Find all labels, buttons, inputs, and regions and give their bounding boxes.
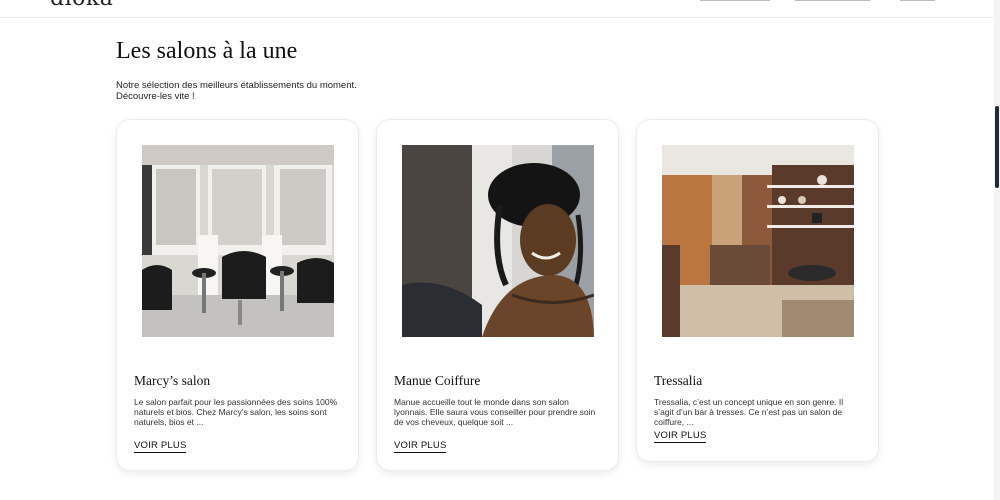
salon-description: Le salon parfait pour les passionnées de…: [134, 397, 338, 427]
hairstylist-portrait-image: [402, 145, 594, 337]
section-subtitle: Notre sélection des meilleurs établissem…: [116, 80, 416, 102]
salon-description: Manue accueille tout le monde dans son s…: [394, 397, 596, 427]
salon-card-marcys[interactable]: Marcy’s salon Le salon parfait pour les …: [116, 119, 359, 471]
salon-name: Manue Coiffure: [394, 373, 481, 388]
voir-plus-link[interactable]: VOIR PLUS: [134, 440, 187, 453]
nav-link-2[interactable]: [795, 0, 870, 8]
scrollbar-thumb[interactable]: [995, 106, 999, 188]
voir-plus-link[interactable]: VOIR PLUS: [394, 440, 447, 453]
salon-name: Tressalia: [654, 373, 703, 388]
section-subtitle-line-1: Notre sélection des meilleurs établissem…: [116, 80, 357, 91]
salon-description: Tressalia, c’est un concept unique en so…: [654, 397, 844, 427]
site-logo[interactable]: diokà: [50, 0, 113, 11]
section-subtitle-line-2: Découvre-les vite !: [116, 91, 195, 102]
braid-bar-interior-image: [662, 145, 854, 337]
voir-plus-link[interactable]: VOIR PLUS: [654, 430, 707, 443]
salon-photo-tressalia[interactable]: [662, 145, 854, 337]
salon-interior-image: [142, 145, 334, 337]
salon-card-manue-coiffure[interactable]: Manue Coiffure Manue accueille tout le m…: [376, 119, 619, 471]
salon-photo-marcys[interactable]: [142, 145, 334, 337]
top-navigation: diokà: [0, 0, 994, 18]
scrollbar[interactable]: [994, 0, 1000, 500]
salon-card-tressalia[interactable]: Tressalia Tressalia, c’est un concept un…: [636, 119, 879, 462]
nav-link-3[interactable]: [900, 0, 935, 8]
nav-link-1[interactable]: [700, 0, 770, 8]
section-title: Les salons à la une: [116, 38, 298, 64]
salon-photo-manue-coiffure[interactable]: [402, 145, 594, 337]
salon-name: Marcy’s salon: [134, 373, 211, 388]
